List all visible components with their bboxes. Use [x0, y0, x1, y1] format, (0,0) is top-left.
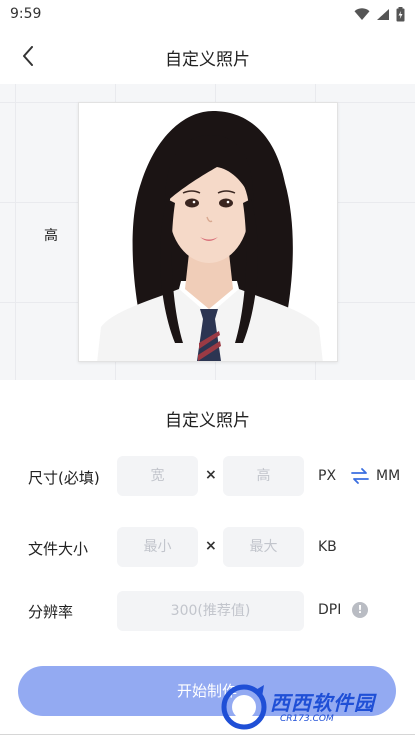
unit-px-label: PX	[318, 468, 337, 484]
size-label: 尺寸(必填)	[28, 469, 100, 487]
swap-arrows-icon[interactable]	[350, 467, 370, 485]
nav-bar: 自定义照片	[0, 30, 415, 82]
width-input[interactable]	[117, 456, 198, 496]
min-size-input[interactable]	[117, 527, 198, 567]
height-input[interactable]	[223, 456, 304, 496]
max-size-input[interactable]	[223, 527, 304, 567]
unit-mm-label[interactable]: MM	[376, 468, 400, 484]
battery-icon	[396, 7, 405, 22]
page-title: 自定义照片	[165, 50, 250, 70]
info-icon[interactable]: !	[352, 602, 368, 618]
status-time: 9:59	[10, 6, 42, 22]
file-size-label: 文件大小	[28, 540, 89, 558]
status-icons	[354, 7, 405, 22]
unit-kb-label: KB	[318, 539, 337, 555]
dpi-input[interactable]	[117, 591, 304, 631]
signal-icon	[377, 9, 389, 20]
bottom-divider	[0, 734, 415, 735]
file-times-sign: ×	[205, 538, 217, 554]
unit-dpi-label: DPI	[318, 602, 342, 618]
wifi-icon	[354, 8, 370, 20]
watermark-sub: CR173.COM	[280, 714, 334, 724]
status-bar: 9:59	[0, 0, 415, 30]
form-title: 自定义照片	[165, 411, 250, 431]
height-side-label: 高	[44, 228, 58, 244]
watermark-text: 西西软件园	[270, 691, 375, 715]
resolution-label: 分辨率	[28, 603, 74, 621]
size-times-sign: ×	[205, 467, 217, 483]
person-photo	[78, 102, 338, 362]
watermark-logo: 西西软件园 CR173.COM	[220, 683, 398, 731]
